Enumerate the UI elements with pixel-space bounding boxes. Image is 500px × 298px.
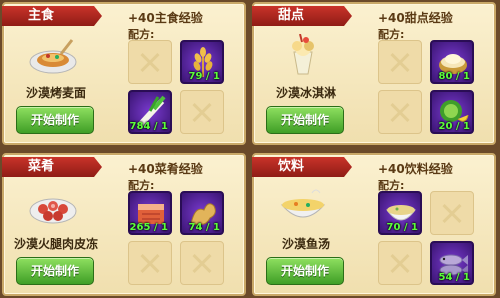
category-tab: 主食 [2, 6, 102, 26]
dish-name: 沙漠鱼汤 [281, 237, 330, 251]
roast-noodle-dish-icon [28, 34, 78, 76]
start-cooking-button[interactable]: 开始制作 [16, 257, 94, 285]
recipe-card-dish: 菜肴 +40菜肴经验 配方: 沙漠火腿肉皮冻 开始制作 265 / 1 74 /… [2, 153, 246, 296]
ingredient-slot[interactable]: 20 / 1 [430, 90, 474, 134]
start-cooking-button[interactable]: 开始制作 [16, 106, 94, 134]
exp-reward: +40甜点经验 [378, 11, 453, 25]
ingredient-count: 54 / 1 [438, 272, 471, 283]
ingredient-slot-empty[interactable] [180, 90, 224, 134]
ingredient-slot[interactable]: 74 / 1 [180, 191, 224, 235]
ingredient-slot-empty[interactable] [128, 241, 172, 285]
ingredient-count: 20 / 1 [438, 121, 471, 132]
exp-reward: +40主食经验 [128, 11, 203, 25]
fish-soup-dish-icon [278, 185, 328, 227]
recipe-card-dessert: 甜点 +40甜点经验 配方: 沙漠冰淇淋 开始制作 80 / 1 20 / 1 [252, 2, 496, 145]
ingredient-slot-empty[interactable] [378, 40, 422, 84]
ingredient-slot[interactable]: 70 / 1 [378, 191, 422, 235]
ingredient-count: 79 / 1 [188, 71, 221, 82]
category-tab: 饮料 [252, 157, 352, 177]
recipe-card-drink: 饮料 +40饮料经验 配方: 沙漠鱼汤 开始制作 70 / 1 54 / 1 [252, 153, 496, 296]
start-cooking-button[interactable]: 开始制作 [266, 257, 344, 285]
dish-name: 沙漠火腿肉皮冻 [13, 237, 98, 251]
start-cooking-button[interactable]: 开始制作 [266, 106, 344, 134]
exp-reward: +40饮料经验 [378, 162, 453, 176]
ingredient-slot[interactable]: 79 / 1 [180, 40, 224, 84]
ingredient-slot[interactable]: 80 / 1 [430, 40, 474, 84]
ingredient-count: 80 / 1 [438, 71, 471, 82]
ingredient-slot-empty[interactable] [180, 241, 224, 285]
ingredient-count: 265 / 1 [129, 222, 168, 233]
category-tab: 甜点 [252, 6, 352, 26]
ham-jelly-dish-icon [28, 185, 78, 227]
ice-cream-dish-icon [278, 33, 328, 76]
ingredient-count: 70 / 1 [386, 222, 419, 233]
exp-reward: +40菜肴经验 [128, 162, 203, 176]
ingredient-slot[interactable]: 784 / 1 [128, 90, 172, 134]
ingredient-slot-empty[interactable] [378, 241, 422, 285]
ingredient-slot-empty[interactable] [128, 40, 172, 84]
ingredient-count: 784 / 1 [129, 121, 168, 132]
ingredient-slot[interactable]: 54 / 1 [430, 241, 474, 285]
ingredient-count: 74 / 1 [188, 222, 221, 233]
dish-name: 沙漠烤麦面 [25, 86, 86, 100]
recipe-card-staple: 主食 +40主食经验 配方: 沙漠烤麦面 开始制作 79 / 1 784 / 1 [2, 2, 246, 145]
category-tab: 菜肴 [2, 157, 102, 177]
ingredient-slot-empty[interactable] [430, 191, 474, 235]
ingredient-slot-empty[interactable] [378, 90, 422, 134]
ingredient-slot[interactable]: 265 / 1 [128, 191, 172, 235]
dish-name: 沙漠冰淇淋 [275, 86, 336, 100]
